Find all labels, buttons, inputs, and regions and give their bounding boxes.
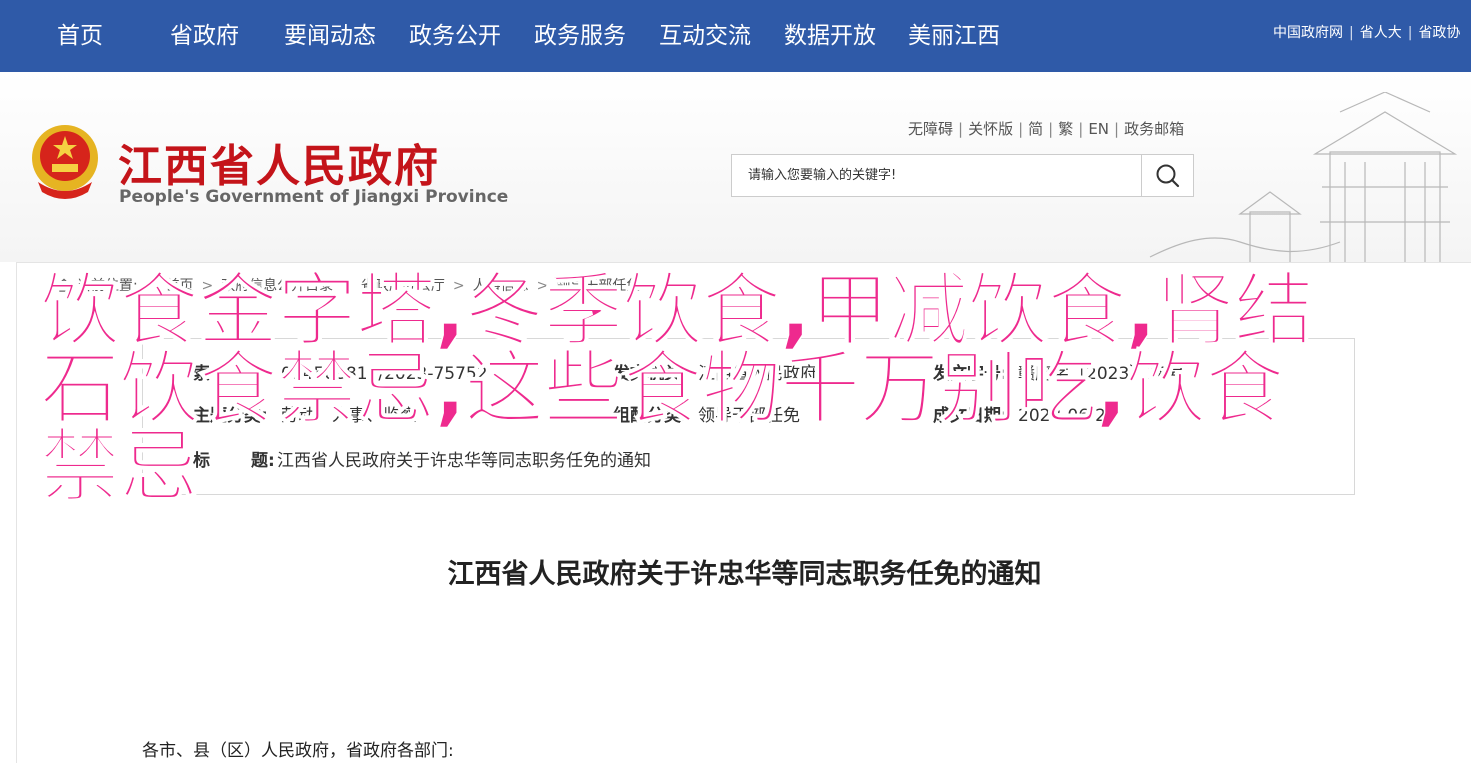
document-title: 江西省人民政府关于许忠华等同志职务任免的通知 — [447, 559, 1042, 590]
link-gov-mailbox[interactable]: 政务邮箱 — [1124, 120, 1184, 138]
divider: | — [958, 120, 964, 138]
divider: | — [1349, 25, 1354, 41]
nav-item-gov-affairs-open[interactable]: 政务公开 — [409, 0, 501, 72]
divider: | — [1114, 120, 1120, 138]
link-provincial-congress[interactable]: 省人大 — [1360, 22, 1402, 42]
search-input[interactable] — [732, 155, 1142, 196]
divider: | — [1078, 120, 1084, 138]
overlay-caption: 饮食金字塔,冬季饮食,甲减饮食,肾结石饮食禁忌,这些食物千万别吃,饮食禁忌 — [39, 264, 1315, 513]
utility-links: 无障碍 | 关怀版 | 简 | 繁 | EN | 政务邮箱 — [908, 118, 1184, 139]
site-title: 江西省人民政府 — [118, 141, 440, 192]
nav-item-open-data[interactable]: 数据开放 — [784, 0, 876, 72]
nav-item-beautiful-jiangxi[interactable]: 美丽江西 — [908, 0, 1000, 72]
divider: | — [1018, 120, 1024, 138]
link-care-version[interactable]: 关怀版 — [968, 120, 1013, 138]
search-button[interactable] — [1141, 155, 1193, 196]
link-provincial-cppcc[interactable]: 省政协 — [1418, 22, 1460, 42]
link-simplified[interactable]: 简 — [1028, 120, 1043, 138]
divider: | — [1048, 120, 1054, 138]
search-icon — [1156, 164, 1180, 188]
nav-item-provincial-gov[interactable]: 省政府 — [170, 0, 239, 72]
search-box — [731, 154, 1194, 197]
link-china-gov[interactable]: 中国政府网 — [1273, 22, 1343, 42]
national-emblem-icon — [32, 125, 98, 199]
nav-item-home[interactable]: 首页 — [57, 0, 103, 72]
site-subtitle: People's Government of Jiangxi Province — [119, 187, 509, 207]
link-english[interactable]: EN — [1088, 120, 1109, 138]
document-salutation: 各市、县（区）人民政府，省政府各部门: — [142, 741, 454, 761]
nav-item-gov-services[interactable]: 政务服务 — [534, 0, 626, 72]
link-accessibility[interactable]: 无障碍 — [908, 120, 953, 138]
top-nav: 首页 省政府 要闻动态 政务公开 政务服务 互动交流 数据开放 美丽江西 中国政… — [0, 0, 1471, 72]
nav-item-interaction[interactable]: 互动交流 — [659, 0, 751, 72]
nav-item-news[interactable]: 要闻动态 — [284, 0, 376, 72]
link-traditional[interactable]: 繁 — [1058, 120, 1073, 138]
site-header: 江西省人民政府 People's Government of Jiangxi P… — [0, 72, 1471, 262]
divider: | — [1407, 25, 1413, 41]
top-links: 中国政府网 | 省人大 | 省政协 — [1273, 22, 1471, 44]
